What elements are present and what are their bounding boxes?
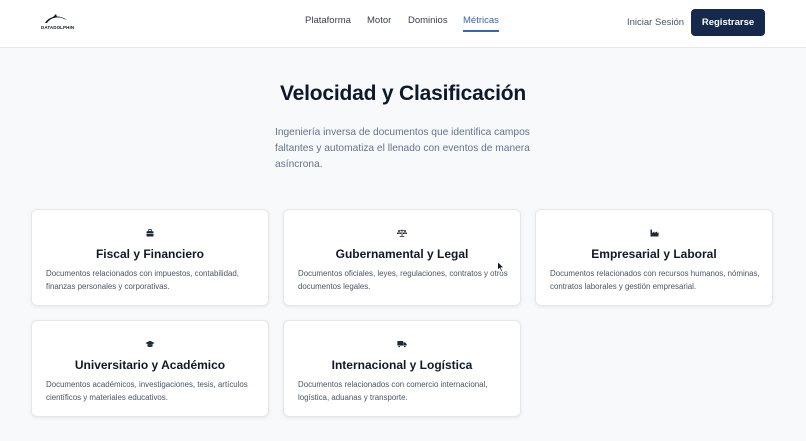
brand-logo[interactable]: DATADOLPHIN [41,13,75,33]
truck-icon [284,340,520,350]
domain-card-empresarial[interactable]: Empresarial y Laboral Documentos relacio… [535,209,773,306]
nav-item-motor[interactable]: Motor [367,15,391,31]
register-button[interactable]: Registrarse [691,9,765,36]
nav-item-metricas[interactable]: Métricas [463,15,499,32]
card-description: Documentos oficiales, leyes, regulacione… [298,269,508,291]
card-title: Universitario y Académico [74,358,226,372]
dolphin-logo-icon [45,14,67,23]
graduation-cap-icon [32,340,268,350]
scale-icon [284,229,520,239]
briefcase-icon [32,229,268,239]
card-description: Documentos académicos, investigaciones, … [46,380,248,402]
domain-card-gubernamental[interactable]: Gubernamental y Legal Documentos oficial… [283,209,521,306]
nav-item-dominios[interactable]: Dominios [408,15,448,31]
mouse-pointer-icon [497,261,505,273]
page-description: Ingeniería inversa de documentos que ide… [275,127,530,170]
domain-card-universitario[interactable]: Universitario y Académico Documentos aca… [31,320,269,417]
factory-icon [536,229,772,239]
top-header: DATADOLPHIN Plataforma Motor Dominios Mé… [0,0,806,48]
brand-name: DATADOLPHIN [41,25,75,30]
card-title: Internacional y Logística [331,358,473,372]
card-description: Documentos relacionados con comercio int… [298,380,488,402]
card-title: Empresarial y Laboral [591,247,717,261]
card-description: Documentos relacionados con impuestos, c… [46,269,239,291]
domain-card-fiscal[interactable]: Fiscal y Financiero Documentos relaciona… [31,209,269,306]
card-description: Documentos relacionados con recursos hum… [550,269,760,291]
login-link[interactable]: Iniciar Sesión [627,17,684,28]
nav-item-plataforma[interactable]: Plataforma [305,15,351,31]
card-title: Fiscal y Financiero [95,247,205,261]
domain-card-internacional[interactable]: Internacional y Logística Documentos rel… [283,320,521,417]
card-title: Gubernamental y Legal [335,247,469,261]
page-title: Velocidad y Clasificación [280,82,526,105]
